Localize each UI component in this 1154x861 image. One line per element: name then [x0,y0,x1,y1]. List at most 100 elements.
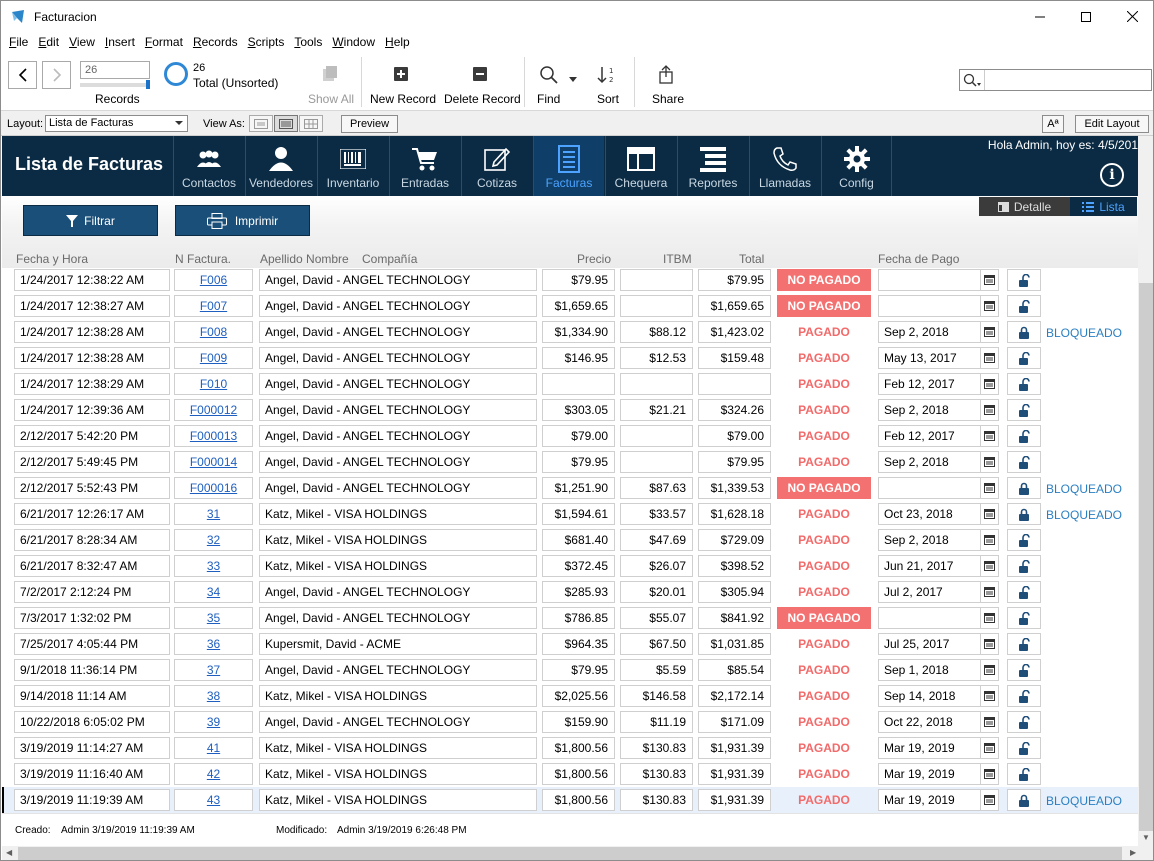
unlock-icon[interactable] [1007,633,1041,655]
scroll-left-icon[interactable]: ◀ [6,848,12,857]
itbm-field[interactable]: $146.58 [620,685,693,707]
price-field[interactable]: $786.85 [542,607,615,629]
payment-date-field[interactable]: Feb 12, 2017 [878,425,981,447]
itbm-field[interactable]: $11.19 [620,711,693,733]
calendar-icon[interactable] [981,477,999,499]
table-row[interactable]: 9/14/2018 11:14 AM 38 Katz, Mikel - VISA H… [2,683,1138,709]
customer-field[interactable]: Katz, Mikel - VISA HOLDINGS [259,685,537,707]
tab-contactos[interactable]: Contactos [173,136,244,196]
itbm-field[interactable] [620,425,693,447]
date-field[interactable]: 3/19/2019 11:16:40 AM [14,763,170,785]
unlock-icon[interactable] [1007,373,1041,395]
vertical-scrollbar[interactable]: ▼ [1138,136,1153,846]
tab-config[interactable]: Config [821,136,892,196]
tab-inventario[interactable]: Inventario [317,136,388,196]
date-field[interactable]: 2/12/2017 5:42:20 PM [14,425,170,447]
invoice-number-link[interactable]: 42 [174,763,253,785]
total-field[interactable]: $85.54 [698,659,771,681]
customer-field[interactable]: Angel, David - ANGEL TECHNOLOGY [259,607,537,629]
total-field[interactable]: $171.09 [698,711,771,733]
unlock-icon[interactable] [1007,295,1041,317]
payment-date-field[interactable]: Oct 23, 2018 [878,503,981,525]
vertical-scroll-thumb[interactable] [1139,283,1153,831]
table-row[interactable]: 6/21/2017 8:28:34 AM 32 Katz, Mikel - VISA… [2,527,1138,553]
table-row[interactable]: 9/1/2018 11:36:14 PM 37 Angel, David - ANG… [2,657,1138,683]
record-number-input[interactable]: 26 [80,61,150,79]
invoice-number-link[interactable]: 39 [174,711,253,733]
customer-field[interactable]: Angel, David - ANGEL TECHNOLOGY [259,269,537,291]
table-row[interactable]: 1/24/2017 12:38:28 AM F009 Angel, David - … [2,345,1138,371]
unlock-icon[interactable] [1007,763,1041,785]
invoice-number-link[interactable]: 36 [174,633,253,655]
lock-icon[interactable] [1007,503,1041,525]
view-as-list-button[interactable] [274,115,298,132]
price-field[interactable]: $2,025.56 [542,685,615,707]
price-field[interactable]: $1,800.56 [542,789,615,811]
table-row[interactable]: 6/21/2017 8:32:47 AM 33 Katz, Mikel - VISA… [2,553,1138,579]
column-header-itbm[interactable]: ITBM [663,252,692,266]
invoice-number-link[interactable]: F009 [174,347,253,369]
calendar-icon[interactable] [981,399,999,421]
payment-date-field[interactable]: Oct 22, 2018 [878,711,981,733]
calendar-icon[interactable] [981,529,999,551]
calendar-icon[interactable] [981,451,999,473]
price-field[interactable]: $146.95 [542,347,615,369]
customer-field[interactable]: Angel, David - ANGEL TECHNOLOGY [259,659,537,681]
list-view-button[interactable]: Lista [1070,197,1137,216]
payment-date-field[interactable]: Sep 1, 2018 [878,659,981,681]
calendar-icon[interactable] [981,789,999,811]
menu-help[interactable]: Help [385,35,410,49]
share-button[interactable]: Share [652,92,684,106]
tab-chequera[interactable]: Chequera [605,136,676,196]
date-field[interactable]: 2/12/2017 5:49:45 PM [14,451,170,473]
total-field[interactable]: $2,172.14 [698,685,771,707]
payment-date-field[interactable]: Mar 19, 2019 [878,789,981,811]
tab-llamadas[interactable]: Llamadas [749,136,820,196]
menu-tools[interactable]: Tools [294,35,322,49]
price-field[interactable]: $681.40 [542,529,615,551]
detail-view-button[interactable]: Detalle [979,197,1070,216]
calendar-icon[interactable] [981,659,999,681]
itbm-field[interactable]: $88.12 [620,321,693,343]
invoice-number-link[interactable]: 37 [174,659,253,681]
customer-field[interactable]: Katz, Mikel - VISA HOLDINGS [259,503,537,525]
previous-record-button[interactable] [8,61,37,89]
unlock-icon[interactable] [1007,529,1041,551]
invoice-number-link[interactable]: F008 [174,321,253,343]
customer-field[interactable]: Angel, David - ANGEL TECHNOLOGY [259,373,537,395]
itbm-field[interactable]: $12.53 [620,347,693,369]
price-field[interactable]: $79.95 [542,451,615,473]
price-field[interactable]: $79.95 [542,659,615,681]
scroll-right-icon[interactable]: ▶ [1130,848,1136,857]
itbm-field[interactable]: $67.50 [620,633,693,655]
delete-record-button[interactable]: Delete Record [444,92,521,106]
date-field[interactable]: 9/14/2018 11:14 AM [14,685,170,707]
quick-find-field[interactable] [959,69,1152,91]
column-header-factura[interactable]: N Factura. [175,252,231,266]
unlock-icon[interactable] [1007,685,1041,707]
customer-field[interactable]: Katz, Mikel - VISA HOLDINGS [259,789,537,811]
calendar-icon[interactable] [981,347,999,369]
table-row[interactable]: 2/12/2017 5:52:43 PM F000016 Angel, David … [2,475,1138,501]
invoice-number-link[interactable]: 41 [174,737,253,759]
table-row[interactable]: 7/2/2017 2:12:24 PM 34 Angel, David - ANGE… [2,579,1138,605]
table-row[interactable]: 3/19/2019 11:16:40 AM 42 Katz, Mikel - VIS… [2,761,1138,787]
payment-date-field[interactable] [878,295,981,317]
unlock-icon[interactable] [1007,711,1041,733]
customer-field[interactable]: Katz, Mikel - VISA HOLDINGS [259,763,537,785]
close-button[interactable] [1109,1,1153,32]
date-field[interactable]: 1/24/2017 12:38:28 AM [14,321,170,343]
invoice-number-link[interactable]: F006 [174,269,253,291]
column-header-pago[interactable]: Fecha de Pago [878,252,959,266]
payment-date-field[interactable] [878,269,981,291]
itbm-field[interactable]: $33.57 [620,503,693,525]
total-field[interactable]: $324.26 [698,399,771,421]
itbm-field[interactable] [620,269,693,291]
total-field[interactable]: $305.94 [698,581,771,603]
total-field[interactable]: $79.00 [698,425,771,447]
payment-date-field[interactable]: Mar 19, 2019 [878,737,981,759]
menu-insert[interactable]: Insert [105,35,135,49]
unlock-icon[interactable] [1007,399,1041,421]
unlock-icon[interactable] [1007,581,1041,603]
customer-field[interactable]: Angel, David - ANGEL TECHNOLOGY [259,347,537,369]
